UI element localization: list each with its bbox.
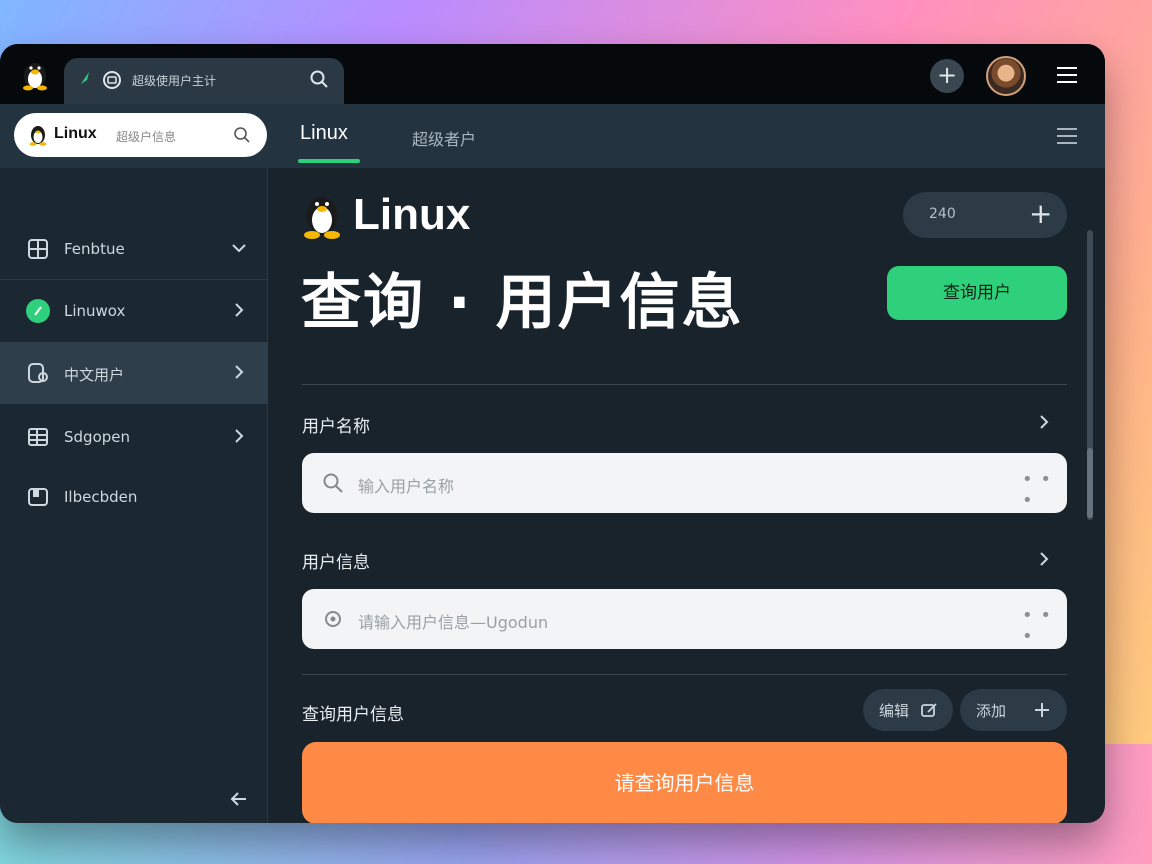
sidebar-item-sdgopen[interactable]: Sdgopen: [0, 406, 268, 468]
section-label: 用户信息: [302, 553, 370, 573]
input-placeholder: 输入用户名称: [358, 477, 455, 496]
quantity-stepper[interactable]: 240 +: [903, 192, 1067, 238]
sidebar-item-users[interactable]: 中文用户: [0, 342, 268, 404]
chevron-right-icon: [235, 303, 244, 317]
more-icon[interactable]: • • •: [1022, 469, 1067, 511]
title-bar: 超级使用户主计 +: [0, 44, 1105, 104]
browser-tab[interactable]: 超级使用户主计: [64, 58, 344, 104]
tux-icon: [29, 126, 47, 146]
collapse-sidebar-icon[interactable]: [228, 788, 250, 810]
settings-icon: [325, 611, 341, 627]
search-icon[interactable]: [308, 68, 330, 90]
sidebar-item-label: Fenbtue: [64, 240, 125, 258]
search-placeholder: 超级户信息: [116, 130, 177, 144]
nav-bar: Linux 超级户信息 Linux 超级者户: [0, 104, 1105, 168]
main-content: Linux 查询 · 用户信息 240 + 查询用户 用户名称 输入用户名称 •…: [269, 168, 1105, 823]
sidebar-item-label: 中文用户: [64, 366, 125, 384]
sidebar-item-label: Ilbecbden: [64, 488, 138, 506]
leaf-icon: [81, 72, 89, 84]
chevron-right-icon[interactable]: [1035, 550, 1053, 568]
tux-logo-icon: [304, 197, 340, 239]
add-button[interactable]: 添加: [960, 689, 1067, 731]
search-input[interactable]: Linux 超级户信息: [14, 113, 267, 157]
active-tab-indicator: [298, 159, 360, 163]
divider: [302, 674, 1067, 675]
search-icon[interactable]: [232, 125, 252, 145]
user-card-icon: [28, 363, 48, 383]
chevron-down-icon: [232, 244, 246, 253]
query-user-info-button[interactable]: 请查询用户信息: [302, 742, 1067, 823]
sidebar-item-ilbecbden[interactable]: Ilbecbden: [0, 466, 268, 528]
sidebar-item-linuwox[interactable]: Linuwox: [0, 280, 268, 342]
plus-icon[interactable]: +: [1029, 197, 1052, 230]
chevron-right-icon: [235, 365, 244, 379]
tab-title: 超级使用户主计: [132, 74, 217, 88]
sidebar: Fenbtue Linuwox 中文用户 Sdgopen Ilbecbden: [0, 168, 268, 823]
chevron-right-icon[interactable]: [1035, 413, 1053, 431]
scrollbar-thumb[interactable]: [1087, 448, 1093, 518]
tux-logo-icon: [23, 63, 47, 91]
edit-label: 编辑: [879, 702, 910, 720]
more-icon[interactable]: • • •: [1022, 605, 1067, 647]
app-window: 超级使用户主计 + Linux 超级户信息 Linux 超级者户 Fenbtue…: [0, 44, 1105, 823]
username-field[interactable]: 输入用户名称 • • •: [302, 453, 1067, 513]
page-brand: Linux: [353, 190, 471, 239]
globe-icon: [103, 71, 121, 89]
stepper-value: 240: [929, 206, 956, 222]
menu-icon[interactable]: [1055, 124, 1079, 148]
section-label: 用户名称: [302, 417, 370, 437]
tab-linux[interactable]: Linux: [300, 122, 348, 145]
query-user-button[interactable]: 查询用户: [887, 266, 1067, 320]
edit-icon: [921, 703, 937, 717]
edit-button[interactable]: 编辑: [863, 689, 953, 731]
search-icon: [323, 473, 343, 493]
section-label: 查询用户信息: [302, 705, 404, 725]
add-label: 添加: [976, 702, 1007, 720]
chevron-right-icon: [235, 429, 244, 443]
sidebar-item-label: Linuwox: [64, 302, 126, 320]
list-icon: [28, 428, 48, 446]
grid-icon: [28, 239, 48, 259]
new-tab-button[interactable]: +: [930, 59, 964, 93]
divider: [302, 384, 1067, 385]
search-brand: Linux: [54, 125, 97, 142]
green-dot-icon: [26, 299, 50, 323]
user-info-field[interactable]: 请输入用户信息—Ugodun • • •: [302, 589, 1067, 649]
avatar[interactable]: [986, 56, 1026, 96]
sidebar-item-label: Sdgopen: [64, 428, 130, 446]
page-title: 查询 · 用户信息: [301, 268, 744, 338]
tray-icon: [28, 488, 48, 506]
plus-icon: [1035, 703, 1049, 717]
menu-icon[interactable]: [1056, 64, 1078, 86]
tab-users[interactable]: 超级者户: [412, 126, 476, 150]
sidebar-item-fenbtue[interactable]: Fenbtue: [0, 218, 268, 280]
input-placeholder: 请输入用户信息—Ugodun: [358, 613, 549, 632]
